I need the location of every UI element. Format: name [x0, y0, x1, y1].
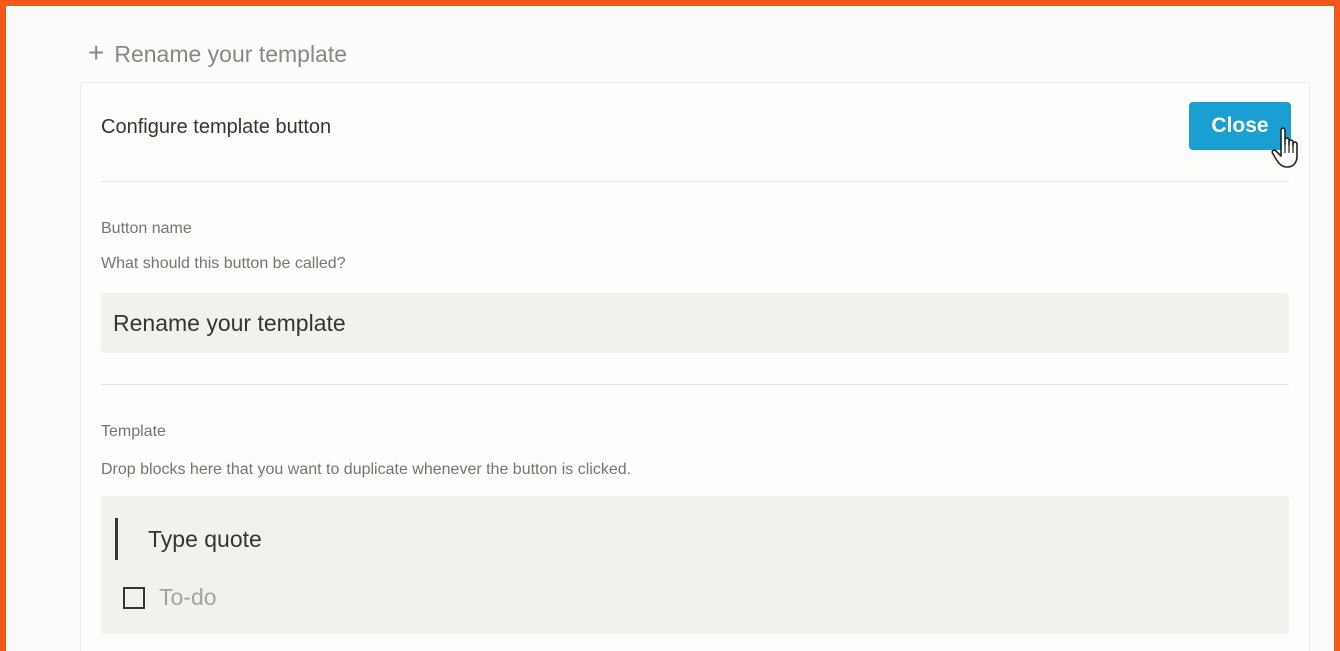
panel-title: Configure template button	[101, 116, 332, 138]
template-hint: Drop blocks here that you want to duplic…	[101, 461, 632, 478]
quote-block[interactable]: Type quote	[115, 518, 262, 560]
divider	[101, 384, 1289, 385]
hand-cursor-icon	[1271, 127, 1298, 168]
quote-text: Type quote	[148, 525, 262, 552]
button-name-input[interactable]	[101, 293, 1289, 353]
template-button-label: Rename your template	[114, 40, 348, 67]
plus-icon: +	[88, 37, 105, 68]
divider	[101, 181, 1289, 182]
template-drop-area[interactable]: Type quote To-do	[101, 496, 1289, 634]
todo-block[interactable]: To-do	[123, 584, 217, 611]
template-label: Template	[101, 423, 166, 440]
page-canvas: + Rename your template Configure templat…	[6, 6, 1334, 651]
button-name-label: Button name	[101, 220, 192, 237]
button-name-hint: What should this button be called?	[101, 255, 346, 272]
quote-bar	[115, 518, 118, 560]
template-button[interactable]: + Rename your template	[88, 38, 347, 70]
todo-checkbox[interactable]	[123, 586, 145, 609]
todo-placeholder: To-do	[159, 584, 217, 610]
configure-template-panel: Configure template button Close Button n…	[80, 82, 1310, 651]
